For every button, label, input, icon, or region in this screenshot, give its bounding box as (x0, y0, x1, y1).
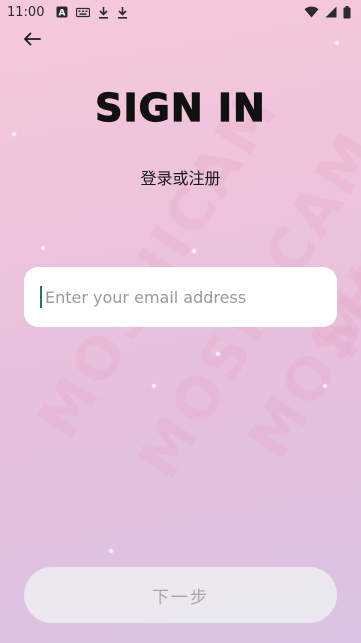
status-time: 11:00 (7, 4, 45, 20)
a-notification-icon: A (56, 6, 68, 18)
status-icons-left: A (56, 6, 128, 19)
sparkle-decoration (108, 548, 114, 554)
text-caret (40, 286, 42, 308)
signal-icon (325, 6, 337, 18)
sparkle-decoration (40, 245, 46, 251)
download-icon (117, 6, 128, 19)
next-button[interactable]: 下一步 (24, 567, 337, 623)
signin-screen: MOSHICAM MOSHICAM MOSHICAM MOSHICAM 11:0… (0, 0, 361, 643)
sparkle-decoration (322, 383, 328, 389)
status-bar: 11:00 A (0, 0, 361, 24)
sparkle-decoration (151, 383, 157, 389)
sparkle-decoration (215, 351, 221, 357)
sparkle-decoration (334, 40, 340, 46)
svg-text:A: A (59, 9, 66, 19)
download-icon (98, 6, 109, 19)
email-field[interactable] (43, 286, 317, 308)
back-arrow-icon (23, 31, 41, 50)
email-field-container[interactable] (24, 267, 337, 327)
wifi-icon (304, 6, 319, 18)
keyboard-icon (76, 7, 91, 18)
watermark-text: MOSHICAM (24, 78, 292, 450)
page-title: SIGN IN (95, 85, 266, 130)
sparkle-decoration (191, 248, 197, 254)
page-subtitle: 登录或注册 (140, 169, 221, 188)
battery-icon (343, 5, 351, 19)
back-button[interactable] (18, 28, 46, 52)
status-icons-right (304, 5, 351, 19)
sparkle-decoration (11, 131, 17, 137)
